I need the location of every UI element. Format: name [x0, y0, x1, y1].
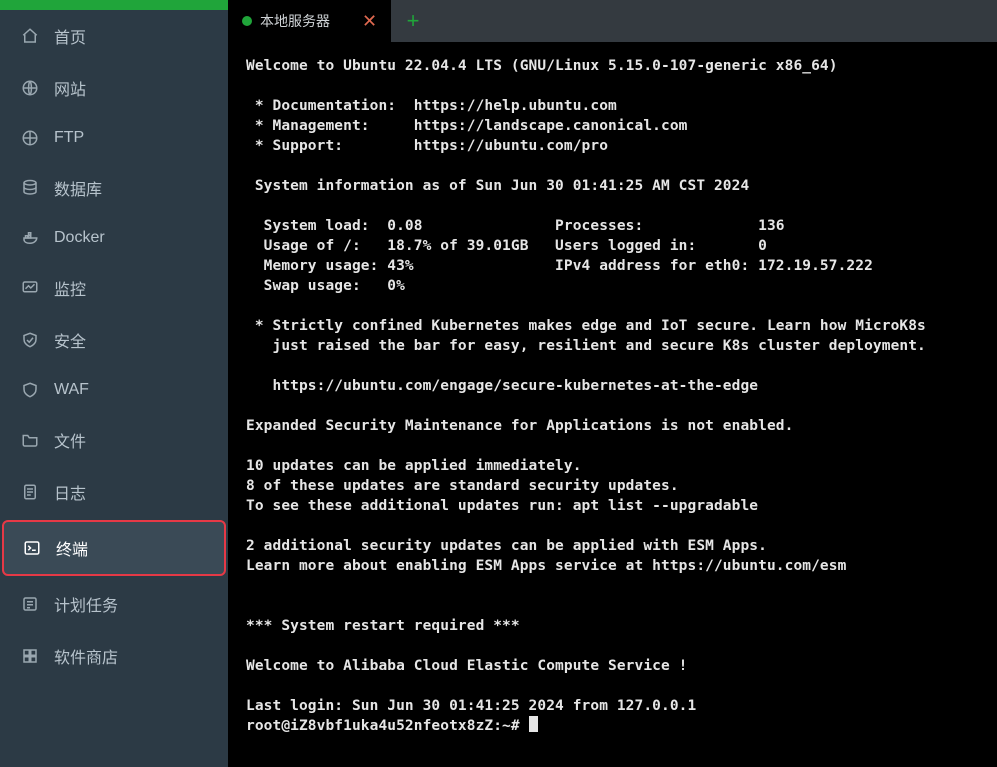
sidebar-item-label: 安全	[54, 328, 86, 352]
sidebar-item-monitor[interactable]: 监控	[0, 262, 228, 314]
sidebar-item-label: 软件商店	[54, 644, 118, 668]
main: 本地服务器 ✕ + Welcome to Ubuntu 22.04.4 LTS …	[228, 0, 997, 767]
sidebar-item-files[interactable]: 文件	[0, 414, 228, 466]
plus-icon: +	[407, 8, 420, 34]
docker-icon	[20, 228, 40, 248]
globe-icon	[20, 78, 40, 98]
status-dot-icon	[242, 16, 252, 26]
close-icon[interactable]: ✕	[362, 12, 377, 30]
sidebar-item-docker[interactable]: Docker	[0, 214, 228, 262]
sidebar-item-waf[interactable]: WAF	[0, 366, 228, 414]
sidebar: 首页 网站 FTP 数据库 Docker 监控 安全	[0, 0, 228, 767]
shield-icon	[20, 380, 40, 400]
document-icon	[20, 482, 40, 502]
sidebar-item-logs[interactable]: 日志	[0, 466, 228, 518]
sidebar-item-label: 首页	[54, 24, 86, 48]
sidebar-item-cron[interactable]: 计划任务	[0, 578, 228, 630]
sidebar-item-softstore[interactable]: 软件商店	[0, 630, 228, 682]
sidebar-item-label: 监控	[54, 276, 86, 300]
terminal-icon	[22, 538, 42, 558]
monitor-icon	[20, 278, 40, 298]
sidebar-item-label: 日志	[54, 480, 86, 504]
sidebar-item-database[interactable]: 数据库	[0, 162, 228, 214]
sidebar-item-label: 数据库	[54, 176, 102, 200]
tab-local-server[interactable]: 本地服务器 ✕	[228, 0, 391, 42]
tab-bar: 本地服务器 ✕ +	[228, 0, 997, 42]
sidebar-item-label: 文件	[54, 428, 86, 452]
shell-prompt[interactable]: root@iZ8vbf1uka4u52nfeotx8zZ:~#	[246, 718, 529, 734]
apps-grid-icon	[20, 646, 40, 666]
home-icon	[20, 26, 40, 46]
shield-check-icon	[20, 330, 40, 350]
sidebar-top-accent	[0, 0, 228, 10]
sidebar-item-label: 终端	[56, 536, 88, 560]
sidebar-item-label: 计划任务	[54, 592, 118, 616]
checklist-icon	[20, 594, 40, 614]
sidebar-item-terminal[interactable]: 终端	[2, 520, 226, 576]
ftp-icon	[20, 128, 40, 148]
cursor-icon	[529, 716, 538, 732]
sidebar-item-label: 网站	[54, 76, 86, 100]
sidebar-item-label: WAF	[54, 381, 89, 399]
tab-add-button[interactable]: +	[391, 0, 435, 42]
sidebar-item-label: FTP	[54, 129, 84, 147]
sidebar-item-security[interactable]: 安全	[0, 314, 228, 366]
terminal-output[interactable]: Welcome to Ubuntu 22.04.4 LTS (GNU/Linux…	[228, 42, 997, 767]
sidebar-item-home[interactable]: 首页	[0, 10, 228, 62]
sidebar-item-site[interactable]: 网站	[0, 62, 228, 114]
sidebar-item-ftp[interactable]: FTP	[0, 114, 228, 162]
tab-label: 本地服务器	[260, 11, 330, 31]
database-icon	[20, 178, 40, 198]
sidebar-item-label: Docker	[54, 229, 105, 247]
folder-icon	[20, 430, 40, 450]
